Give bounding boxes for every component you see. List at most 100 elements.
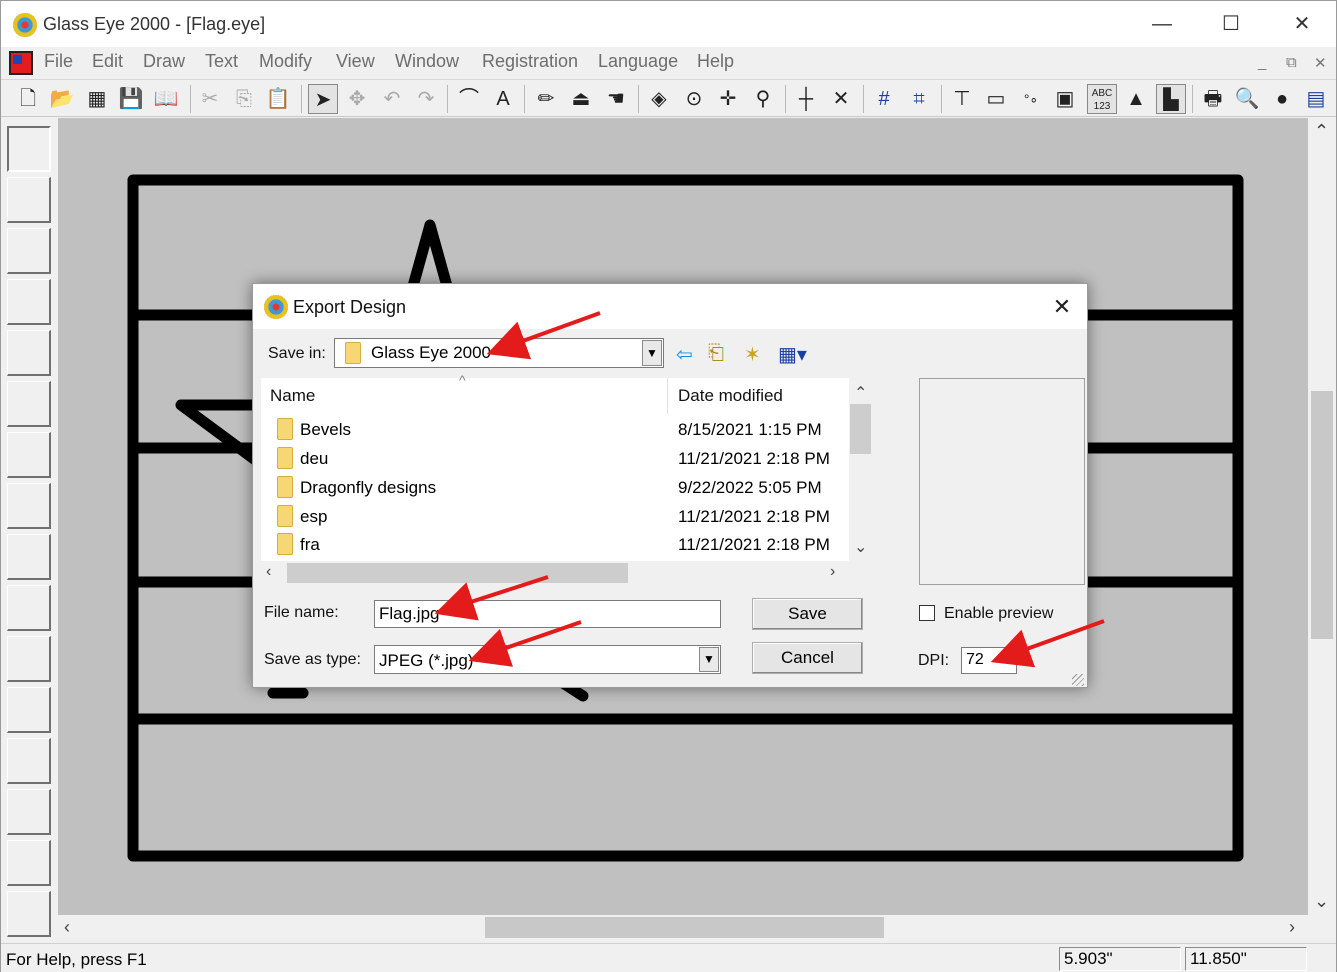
chevron-down-icon[interactable]: ▼ (642, 340, 662, 366)
node-icon[interactable]: ✥ (342, 84, 372, 114)
cancel-button[interactable]: Cancel (752, 642, 863, 674)
list-item[interactable]: deu 11/21/2021 2:18 PM (261, 444, 849, 473)
palette-swatch[interactable] (7, 840, 51, 886)
cut-icon[interactable]: ✂ (195, 84, 225, 114)
column-header-date[interactable]: Date modified (678, 386, 783, 406)
horizontal-scroll-thumb[interactable] (485, 917, 884, 938)
menu-edit[interactable]: Edit (92, 51, 123, 72)
list-scroll-down-icon[interactable]: ⌄ (854, 537, 867, 557)
list-scroll-right-icon[interactable]: › (830, 563, 835, 581)
minimize-button[interactable]: — (1139, 9, 1185, 39)
save-button[interactable]: Save (752, 598, 863, 630)
menu-window[interactable]: Window (395, 51, 459, 72)
save-as-type-select[interactable]: JPEG (*.jpg) ▼ (374, 645, 721, 674)
text-icon[interactable]: A (488, 84, 518, 114)
palette-swatch[interactable] (7, 177, 51, 223)
new-icon[interactable]: 🗋 (13, 84, 43, 114)
curve-icon[interactable]: ⌒ (454, 84, 484, 114)
palette-swatch[interactable] (7, 738, 51, 784)
raise-icon[interactable]: ⏏ (566, 84, 596, 114)
palette-swatch[interactable] (7, 534, 51, 580)
vertical-scroll-thumb[interactable] (1311, 391, 1333, 639)
library-icon[interactable]: 📖 (151, 84, 181, 114)
scroll-left-icon[interactable]: ‹ (64, 917, 70, 938)
file-name-field[interactable]: Flag.jpg (374, 600, 721, 628)
palette-swatch[interactable] (7, 228, 51, 274)
snap-grid-icon[interactable]: ⌗ (904, 84, 934, 114)
palette-swatch[interactable] (7, 636, 51, 682)
scroll-up-icon[interactable]: ⌃ (1314, 121, 1329, 142)
dialog-close-button[interactable]: ✕ (1039, 292, 1085, 322)
dots-icon[interactable]: °∘ (1016, 84, 1046, 114)
list-scroll-left-icon[interactable]: ‹ (266, 563, 271, 581)
pointer-icon[interactable]: ➤ (308, 84, 338, 114)
pencil-icon[interactable]: ✏ (531, 84, 561, 114)
palette-swatch[interactable] (7, 585, 51, 631)
save-icon[interactable]: 💾 (116, 84, 146, 114)
scroll-down-icon[interactable]: ⌄ (1314, 891, 1329, 912)
palette-swatch[interactable] (7, 381, 51, 427)
palette-swatch[interactable] (7, 891, 51, 937)
list-scroll-up-icon[interactable]: ⌃ (854, 383, 867, 403)
glass-icon[interactable]: ▲ (1121, 84, 1151, 114)
bomb-icon[interactable]: ● (1267, 84, 1297, 114)
palette-swatch[interactable] (7, 126, 51, 172)
palette-swatch[interactable] (7, 432, 51, 478)
back-icon[interactable]: ⇦ (676, 342, 693, 367)
grid-lines-icon[interactable]: # (869, 84, 899, 114)
menu-draw[interactable]: Draw (143, 51, 185, 72)
column-header-name[interactable]: Name (270, 386, 315, 406)
enable-preview-checkbox[interactable] (919, 605, 935, 621)
print-preview-icon[interactable]: 🔍 (1232, 84, 1262, 114)
fill-icon[interactable]: ◈ (644, 84, 674, 114)
save-in-combo[interactable]: Glass Eye 2000 ▼ (334, 338, 664, 368)
up-folder-icon[interactable]: ⎗ (708, 342, 724, 365)
view-menu-icon[interactable]: ▦▾ (778, 342, 807, 367)
palette-swatch[interactable] (7, 279, 51, 325)
scroll-right-icon[interactable]: › (1289, 917, 1295, 938)
copy-icon[interactable]: ⎘ (229, 84, 259, 114)
list-item[interactable]: esp 11/21/2021 2:18 PM (261, 502, 849, 531)
menu-language[interactable]: Language (598, 51, 678, 72)
hand-icon[interactable]: ☚ (601, 84, 631, 114)
chevron-down-icon[interactable]: ▼ (699, 647, 719, 672)
file-list[interactable]: ^ Name Date modified Bevels 8/15/2021 1:… (261, 372, 849, 561)
grid-icon[interactable]: ▦ (82, 84, 112, 114)
document-icon[interactable] (9, 51, 33, 75)
line-icon[interactable]: ┼ (791, 84, 821, 114)
list-item[interactable]: Dragonfly designs 9/22/2022 5:05 PM (261, 473, 849, 502)
file-list-horizontal-thumb[interactable] (287, 563, 628, 583)
menu-text[interactable]: Text (205, 51, 238, 72)
list-item[interactable]: fra 11/21/2021 2:18 PM (261, 530, 849, 559)
cross-icon[interactable]: ✕ (826, 84, 856, 114)
mdi-restore-button[interactable]: ⧉ (1286, 54, 1297, 71)
palette-swatch[interactable] (7, 687, 51, 733)
list-item[interactable]: Bevels 8/15/2021 1:15 PM (261, 415, 849, 444)
undo-icon[interactable]: ↶ (377, 84, 407, 114)
menu-file[interactable]: File (44, 51, 73, 72)
colors-icon[interactable]: ▣ (1050, 84, 1080, 114)
palette-swatch[interactable] (7, 789, 51, 835)
print-icon[interactable]: 🖶 (1198, 84, 1228, 114)
file-list-vertical-thumb[interactable] (850, 404, 871, 454)
new-folder-icon[interactable]: ✶ (744, 342, 761, 367)
open-icon[interactable]: 📂 (47, 84, 77, 114)
menu-help[interactable]: Help (697, 51, 734, 72)
measure-icon[interactable]: ⊤ (947, 84, 977, 114)
menu-registration[interactable]: Registration (482, 51, 578, 72)
close-button[interactable]: ✕ (1279, 9, 1325, 39)
circle-icon[interactable]: ⊙ (679, 84, 709, 114)
redo-icon[interactable]: ↷ (411, 84, 441, 114)
dpi-field[interactable]: 72 (961, 647, 1017, 674)
paste-icon[interactable]: 📋 (263, 84, 293, 114)
glass-eye-app-icon[interactable] (13, 13, 37, 37)
mdi-minimize-button[interactable]: _ (1258, 54, 1266, 71)
calendar-icon[interactable]: ▤ (1301, 84, 1331, 114)
palette-swatch[interactable] (7, 483, 51, 529)
menu-modify[interactable]: Modify (259, 51, 312, 72)
layout-icon[interactable]: ▙ (1156, 84, 1186, 114)
palette-swatch[interactable] (7, 330, 51, 376)
zoom-icon[interactable]: ⚲ (748, 84, 778, 114)
menu-view[interactable]: View (336, 51, 375, 72)
resize-grip-icon[interactable] (1072, 674, 1084, 686)
